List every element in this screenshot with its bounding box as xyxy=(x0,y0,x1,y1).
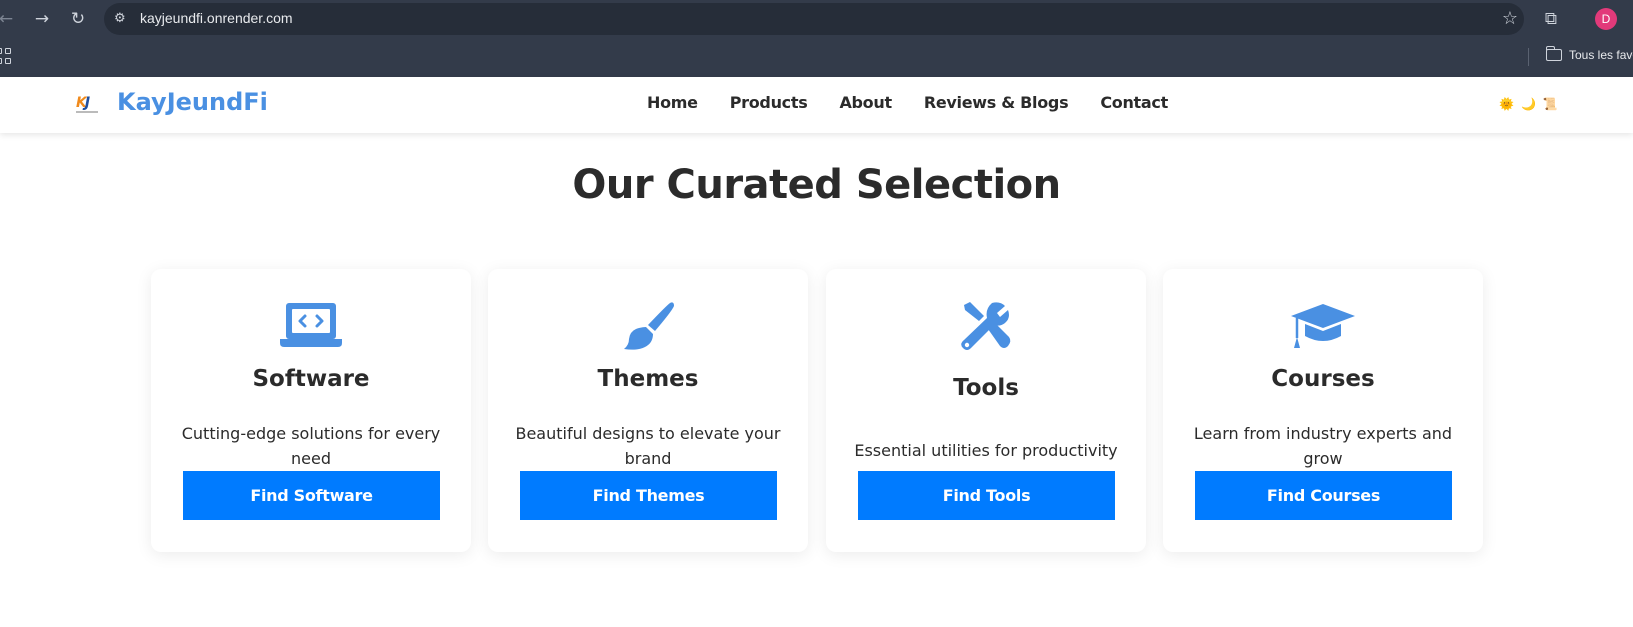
bookmark-star-icon[interactable]: ☆ xyxy=(1502,8,1518,30)
brand-name[interactable]: KayJeundFi xyxy=(117,88,268,116)
apps-grid-icon[interactable] xyxy=(0,48,12,64)
nav-home[interactable]: Home xyxy=(647,93,698,112)
card-title: Software xyxy=(252,366,370,392)
find-tools-button[interactable]: Find Tools xyxy=(858,471,1115,520)
reload-icon[interactable]: ↻ xyxy=(66,7,90,31)
extensions-icon[interactable]: ⧉ xyxy=(1540,8,1562,30)
category-card-software: Software Cutting-edge solutions for ever… xyxy=(151,269,471,552)
sun-icon[interactable]: 🌞 xyxy=(1499,97,1514,111)
bookmarks-bar: Tous les favoris xyxy=(0,40,1633,77)
category-card-themes: Themes Beautiful designs to elevate your… xyxy=(488,269,808,552)
address-bar[interactable]: ⚙ kayjeundfi.onrender.com ☆ xyxy=(104,3,1524,35)
folder-icon xyxy=(1545,46,1562,61)
browser-toolbar: ← → ↻ ⚙ kayjeundfi.onrender.com ☆ ⧉ D xyxy=(0,0,1633,38)
card-description: Cutting-edge solutions for every need xyxy=(181,424,441,468)
back-arrow-icon[interactable]: ← xyxy=(0,7,18,31)
category-card-courses: Courses Learn from industry experts and … xyxy=(1163,269,1483,552)
paintbrush-icon xyxy=(488,301,808,351)
find-software-button[interactable]: Find Software xyxy=(183,471,440,520)
forward-arrow-icon[interactable]: → xyxy=(30,7,54,31)
browser-chrome: ← → ↻ ⚙ kayjeundfi.onrender.com ☆ ⧉ D To… xyxy=(0,0,1633,77)
laptop-code-icon xyxy=(151,303,471,349)
logo-icon[interactable]: KJ xyxy=(76,95,98,117)
nav-about[interactable]: About xyxy=(839,93,892,112)
main-navigation: Home Products About Reviews & Blogs Cont… xyxy=(647,93,1168,112)
tools-icon xyxy=(826,301,1146,353)
nav-products[interactable]: Products xyxy=(730,93,808,112)
site-header: KJ KayJeundFi Home Products About Review… xyxy=(0,77,1633,133)
section-title: Our Curated Selection xyxy=(572,162,1061,208)
nav-reviews-blogs[interactable]: Reviews & Blogs xyxy=(924,93,1069,112)
find-courses-button[interactable]: Find Courses xyxy=(1195,471,1452,520)
category-card-tools: Tools Essential utilities for productivi… xyxy=(826,269,1146,552)
bookmarks-divider xyxy=(1528,48,1529,66)
scroll-icon[interactable]: 📜 xyxy=(1543,97,1558,111)
card-title: Tools xyxy=(953,375,1019,401)
nav-contact[interactable]: Contact xyxy=(1100,93,1168,112)
bookmark-folder-label: Tous les favoris xyxy=(1569,48,1633,62)
card-title: Courses xyxy=(1271,366,1375,392)
find-themes-button[interactable]: Find Themes xyxy=(520,471,777,520)
card-title: Themes xyxy=(597,366,699,392)
bookmark-folder-all[interactable]: Tous les favoris xyxy=(1545,46,1633,62)
url-text[interactable]: kayjeundfi.onrender.com xyxy=(140,10,293,26)
graduation-cap-icon xyxy=(1163,304,1483,350)
card-description: Essential utilities for productivity xyxy=(854,441,1118,460)
card-description: Beautiful designs to elevate your brand xyxy=(515,424,781,468)
card-description: Learn from industry experts and grow xyxy=(1193,424,1453,468)
moon-icon[interactable]: 🌙 xyxy=(1521,97,1536,111)
theme-toggles: 🌞 🌙 📜 xyxy=(1499,97,1558,111)
profile-avatar[interactable]: D xyxy=(1595,8,1617,30)
site-info-icon[interactable]: ⚙ xyxy=(114,11,130,27)
